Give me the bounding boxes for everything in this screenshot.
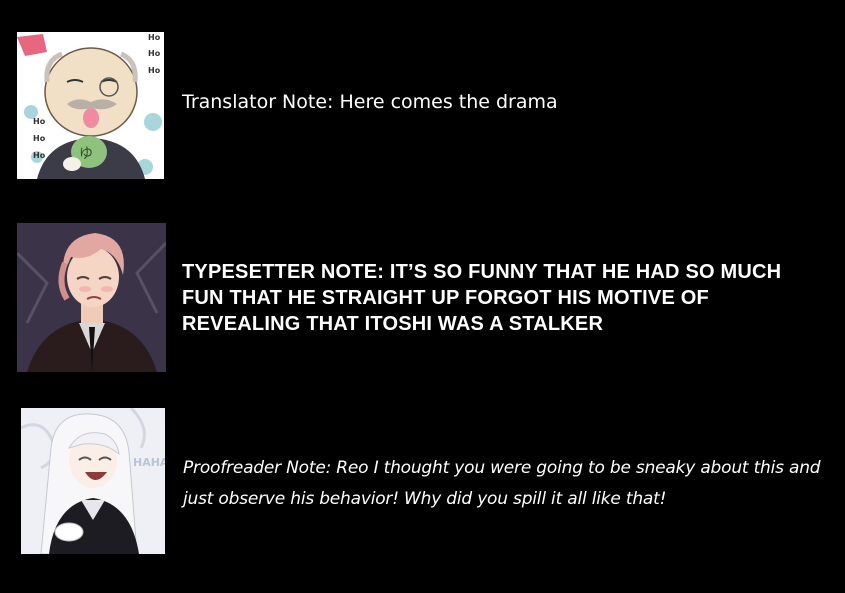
ho-mark: Ho [33,151,46,160]
ho-mark: Ho [33,117,46,126]
translator-note-text: Translator Note: Here comes the drama [182,91,558,113]
ho-mark: Ho [148,49,161,58]
seal-glyph: ゆ [79,146,93,162]
old-man-avatar-icon: Ho Ho Ho Ho Ho Ho ゆ [17,32,164,179]
pink-haired-man-avatar-icon [17,223,166,372]
typesetter-note-text: TYPESETTER NOTE: IT’S SO FUNNY THAT HE H… [182,261,782,335]
proofreader-note-text: Proofreader Note: Reo I thought you were… [183,458,821,509]
ho-mark: Ho [148,66,161,75]
ho-mark: Ho [148,33,161,42]
white-haired-man-avatar-icon: HAHA [21,408,165,554]
haha-mark: HAHA [133,456,165,469]
ho-mark: Ho [33,134,46,143]
